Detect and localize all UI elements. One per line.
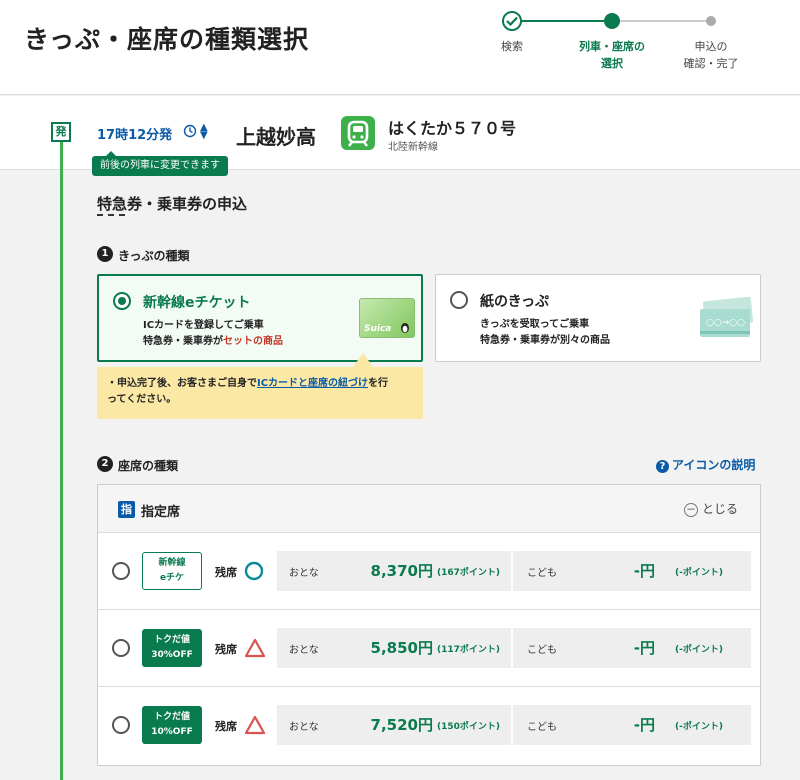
paper-ticket-radio[interactable] — [450, 291, 468, 309]
adult-label: おとな — [289, 645, 319, 656]
child-label: こども — [527, 568, 557, 579]
child-price-cell: こども -円 (-ポイント) — [515, 705, 751, 745]
station-name: 上越妙高 — [236, 125, 316, 149]
adult-price: 7,520円 — [370, 716, 433, 734]
step-label-select: 列車・座席の 選択 — [579, 40, 645, 70]
child-points: (-ポイント) — [675, 568, 723, 578]
seat-option-row[interactable]: トクだ値 30%OFF 残席 おとな 5,850円 (117ポイント) こども -… — [98, 610, 760, 687]
availability-circle-icon — [244, 561, 264, 581]
child-price: -円 — [633, 639, 655, 657]
child-price-cell: こども -円 (-ポイント) — [515, 628, 751, 668]
adult-points: (167ポイント) — [437, 568, 501, 578]
child-price: -円 — [633, 716, 655, 734]
adult-price: 8,370円 — [370, 562, 433, 580]
reserved-seat-panel: 指 指定席 − とじる 新幹線 eチケ 残席 おとな 8,370円 (167ポイント… — [97, 484, 761, 766]
reserved-seat-label: 指定席 — [141, 505, 181, 520]
seat-option-radio[interactable] — [112, 716, 130, 734]
step-number-1: 1 — [97, 246, 113, 262]
price-box: おとな 8,370円 (167ポイント) こども -円 (-ポイント) — [277, 551, 751, 591]
step-future-dot — [706, 16, 716, 26]
adult-label: おとな — [289, 568, 319, 579]
availability-label: 残席 — [215, 643, 237, 656]
adult-price-cell: おとな 8,370円 (167ポイント) — [277, 551, 513, 591]
step-connector — [612, 20, 711, 22]
discount-tag: トクだ値 30%OFF — [142, 629, 202, 667]
discount-tag: トクだ値 10%OFF — [142, 706, 202, 744]
train-line: 北陸新幹線 — [388, 142, 438, 153]
seat-option-radio[interactable] — [112, 562, 130, 580]
step-done-check-icon — [502, 11, 522, 31]
eticket-radio[interactable] — [113, 292, 131, 310]
step-label-confirm: 申込の 確認・完了 — [683, 40, 739, 70]
child-label: こども — [527, 722, 557, 733]
progress-stepper: 検索 列車・座席の 選択 申込の 確認・完了 — [480, 8, 780, 88]
eticket-title: 新幹線eチケット — [143, 295, 251, 311]
route-timeline — [60, 140, 63, 780]
availability-label: 残席 — [215, 566, 237, 579]
child-label: こども — [527, 645, 557, 656]
price-box: おとな 5,850円 (117ポイント) こども -円 (-ポイント) — [277, 628, 751, 668]
child-points: (-ポイント) — [675, 645, 723, 655]
svg-text:○○→○○: ○○→○○ — [706, 318, 745, 328]
departure-badge: 発 — [51, 122, 71, 142]
close-panel-button[interactable]: − とじる — [684, 500, 738, 517]
eticket-description: ICカードを登録してご乗車 特急券・乗車券がセットの商品 — [143, 320, 283, 347]
minus-circle-icon: − — [684, 502, 698, 517]
adult-price-cell: おとな 5,850円 (117ポイント) — [277, 628, 513, 668]
ic-card-link[interactable]: ICカードと座席の紐づけ — [257, 378, 368, 389]
seat-option-row[interactable]: 新幹線 eチケ 残席 おとな 8,370円 (167ポイント) こども -円 (-… — [98, 533, 760, 610]
change-train-tooltip: 前後の列車に変更できます — [92, 151, 228, 176]
step-current-dot — [604, 13, 620, 29]
adult-price-cell: おとな 7,520円 (150ポイント) — [277, 705, 513, 745]
eticket-tag: 新幹線 eチケ — [142, 552, 202, 590]
child-points: (-ポイント) — [675, 722, 723, 732]
availability-triangle-icon — [244, 715, 266, 735]
seat-option-radio[interactable] — [112, 639, 130, 657]
page-header: きっぷ・座席の種類選択 検索 列車・座席の 選択 申込の 確認・完了 — [0, 0, 800, 95]
reserved-seat-icon: 指 — [118, 501, 135, 518]
price-box: おとな 7,520円 (150ポイント) こども -円 (-ポイント) — [277, 705, 751, 745]
help-icon: ? — [656, 460, 669, 473]
panel-header: 指 指定席 − とじる — [98, 485, 760, 533]
icon-help-link[interactable]: ? アイコンの説明 — [656, 456, 755, 473]
section-underline — [97, 214, 125, 216]
seat-option-row[interactable]: トクだ値 10%OFF 残席 おとな 7,520円 (150ポイント) こども -… — [98, 687, 760, 764]
adult-points: (117ポイント) — [437, 645, 501, 655]
availability-label: 残席 — [215, 720, 237, 733]
step-connector — [513, 20, 612, 22]
departure-time-link[interactable]: 17時12分発 — [97, 124, 172, 143]
section-title: 特急券・乗車券の申込 — [97, 195, 248, 213]
eticket-notice: ・申込完了後、お客さまご自身でICカードと座席の紐づけを行 ってください。 — [97, 353, 423, 419]
paper-ticket-option-card[interactable]: 紙のきっぷ きっぷを受取ってご乗車 特急券・乗車券が別々の商品 ○○→○○ — [435, 274, 761, 362]
eticket-option-card[interactable]: 新幹線eチケット ICカードを登録してご乗車 特急券・乗車券がセットの商品 Su… — [97, 274, 423, 362]
adult-points: (150ポイント) — [437, 722, 501, 732]
step-number-2: 2 — [97, 456, 113, 472]
child-price: -円 — [633, 562, 655, 580]
sort-arrows-icon[interactable]: ▲ ▼ — [200, 123, 208, 141]
step-label-search: 検索 — [501, 40, 523, 53]
adult-price: 5,850円 — [370, 639, 433, 657]
availability-triangle-icon — [244, 638, 266, 658]
child-price-cell: こども -円 (-ポイント) — [515, 551, 751, 591]
train-logo-icon — [341, 116, 375, 150]
seat-type-heading: 座席の種類 — [118, 459, 179, 473]
train-name: はくたか５７０号 — [388, 119, 517, 138]
suica-card-icon: Suica — [359, 298, 415, 338]
paper-ticket-icon: ○○→○○ — [700, 297, 754, 337]
page-title: きっぷ・座席の種類選択 — [24, 25, 310, 54]
paper-ticket-title: 紙のきっぷ — [480, 294, 550, 310]
clock-icon[interactable] — [183, 124, 197, 138]
ticket-type-heading: きっぷの種類 — [118, 249, 190, 263]
paper-ticket-description: きっぷを受取ってご乗車 特急券・乗車券が別々の商品 — [480, 319, 610, 346]
adult-label: おとな — [289, 722, 319, 733]
